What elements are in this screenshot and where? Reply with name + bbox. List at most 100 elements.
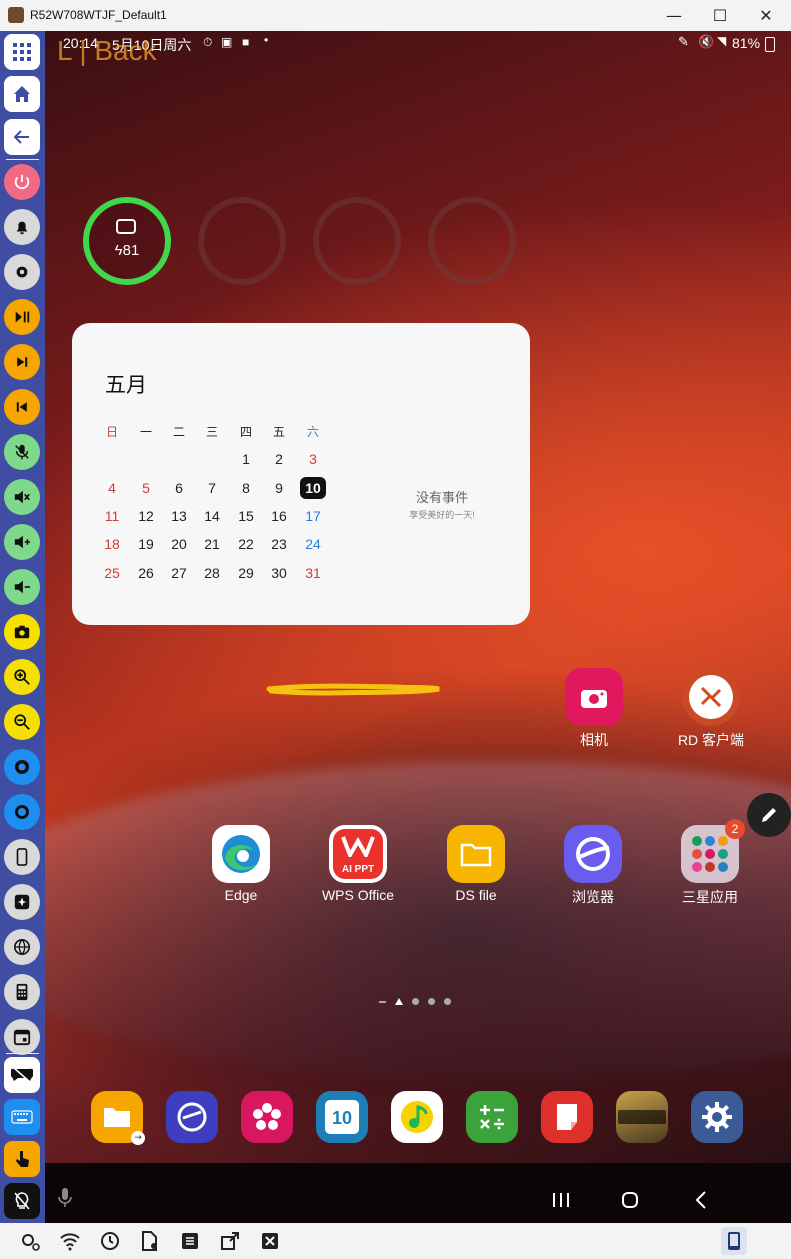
dock-call-of-duty[interactable] bbox=[616, 1091, 668, 1143]
calendar-day[interactable]: 23 bbox=[266, 533, 292, 555]
calendar-day[interactable]: 7 bbox=[199, 477, 225, 499]
rotate-icon[interactable] bbox=[4, 839, 40, 875]
calendar-day[interactable]: 12 bbox=[133, 505, 159, 527]
calendar-widget[interactable]: 五月 日一二三四五六 1 2 3 4 5 6 7 8 9 10 11 12 13 14 15 16 17 18 19 2… bbox=[72, 323, 530, 625]
app-ds-file[interactable]: DS file bbox=[431, 825, 521, 903]
calendar-day[interactable]: 3 bbox=[300, 448, 326, 470]
bottom-toolbar bbox=[0, 1223, 791, 1259]
back-icon[interactable] bbox=[4, 119, 40, 155]
power-icon[interactable] bbox=[4, 164, 40, 200]
calendar-day-today[interactable]: 10 bbox=[300, 477, 326, 499]
calendar-day[interactable]: 30 bbox=[266, 562, 292, 584]
screenshot-icon[interactable] bbox=[4, 614, 40, 650]
volume-up-icon[interactable] bbox=[4, 524, 40, 560]
next-track-icon[interactable] bbox=[4, 344, 40, 380]
calendar-day[interactable]: 25 bbox=[99, 562, 125, 584]
calculator-icon[interactable] bbox=[4, 974, 40, 1010]
calendar-day[interactable]: 4 bbox=[99, 477, 125, 499]
dock-calculator[interactable] bbox=[466, 1091, 518, 1143]
folder-icon bbox=[447, 825, 505, 883]
play-pause-icon[interactable] bbox=[4, 299, 40, 335]
calendar-day[interactable]: 13 bbox=[166, 505, 192, 527]
resize-window-icon[interactable] bbox=[218, 1229, 242, 1253]
app-edge[interactable]: Edge bbox=[196, 825, 286, 903]
calendar-icon[interactable] bbox=[4, 1019, 40, 1055]
touch-icon[interactable] bbox=[4, 1141, 40, 1177]
list-icon[interactable] bbox=[178, 1229, 202, 1253]
dock-calendar[interactable]: 10 bbox=[316, 1091, 368, 1143]
home-icon[interactable] bbox=[4, 76, 40, 112]
calendar-day[interactable]: 21 bbox=[199, 533, 225, 555]
app-folder-icon: 2 bbox=[681, 819, 745, 883]
notes-icon bbox=[557, 1104, 577, 1130]
previous-track-icon[interactable] bbox=[4, 389, 40, 425]
dock-gallery[interactable] bbox=[241, 1091, 293, 1143]
notification-icon[interactable] bbox=[4, 209, 40, 245]
app-browser[interactable]: 浏览器 bbox=[548, 825, 638, 907]
voice-input-icon[interactable] bbox=[57, 1187, 73, 1209]
battery-widget[interactable]: ϟ81 bbox=[83, 197, 171, 285]
wifi-icon[interactable] bbox=[58, 1229, 82, 1253]
light-off-icon[interactable] bbox=[4, 1183, 40, 1219]
calendar-day[interactable]: 31 bbox=[300, 562, 326, 584]
dock-my-files[interactable]: → bbox=[91, 1091, 145, 1145]
settings-icon[interactable] bbox=[18, 1229, 42, 1253]
recent-apps-icon[interactable] bbox=[551, 1191, 571, 1209]
calendar-day[interactable]: 16 bbox=[266, 505, 292, 527]
calendar-day[interactable]: 18 bbox=[99, 533, 125, 555]
dock-qq-music[interactable] bbox=[391, 1091, 443, 1143]
app-wps-office[interactable]: AI PPT WPS Office bbox=[313, 825, 403, 903]
back-nav-icon[interactable] bbox=[693, 1190, 709, 1210]
maximize-button[interactable]: ☐ bbox=[697, 0, 743, 31]
volume-down-icon[interactable] bbox=[4, 569, 40, 605]
dock-notes[interactable] bbox=[541, 1091, 593, 1143]
settings-icon[interactable] bbox=[4, 254, 40, 290]
calendar-day[interactable]: 15 bbox=[233, 505, 259, 527]
mic-mute-icon[interactable] bbox=[4, 434, 40, 470]
dock-samsung-notes[interactable] bbox=[166, 1091, 218, 1143]
calendar-day[interactable]: 8 bbox=[233, 477, 259, 499]
calendar-day[interactable]: 1 bbox=[233, 448, 259, 470]
close-session-icon[interactable] bbox=[258, 1229, 282, 1253]
camera-icon bbox=[565, 668, 623, 726]
calendar-day[interactable]: 9 bbox=[266, 477, 292, 499]
calendar-day[interactable]: 20 bbox=[166, 533, 192, 555]
calendar-day[interactable]: 5 bbox=[133, 477, 159, 499]
zoom-out-icon[interactable] bbox=[4, 704, 40, 740]
device-mode-icon[interactable] bbox=[721, 1227, 747, 1255]
calendar-day[interactable]: 11 bbox=[99, 505, 125, 527]
calendar-day[interactable]: 22 bbox=[233, 533, 259, 555]
apps-grid-icon[interactable] bbox=[4, 34, 40, 70]
keyboard-icon[interactable] bbox=[4, 1099, 40, 1135]
calendar-day[interactable]: 29 bbox=[233, 562, 259, 584]
minimize-button[interactable]: — bbox=[651, 0, 697, 31]
file-settings-icon[interactable] bbox=[138, 1229, 162, 1253]
calendar-day[interactable]: 26 bbox=[133, 562, 159, 584]
device-screen[interactable]: 20:14 5月10日周六 ⏱ ▣ ■ • ✎ 🔇 ◥ 81% L | Back… bbox=[45, 31, 791, 1223]
calendar-day[interactable]: 27 bbox=[166, 562, 192, 584]
calendar-day[interactable]: 28 bbox=[199, 562, 225, 584]
calendar-day[interactable]: 17 bbox=[300, 505, 326, 527]
gamepad-icon[interactable] bbox=[4, 1057, 40, 1093]
calendar-day[interactable]: 14 bbox=[199, 505, 225, 527]
globe-icon[interactable] bbox=[4, 929, 40, 965]
calendar-day[interactable]: 24 bbox=[300, 533, 326, 555]
volume-mute-icon[interactable] bbox=[4, 479, 40, 515]
calendar-day[interactable]: 6 bbox=[166, 477, 192, 499]
app-camera[interactable]: 相机 bbox=[549, 668, 639, 750]
app-rd-client[interactable]: RD 客户端 bbox=[666, 668, 756, 750]
calendar-day[interactable]: 19 bbox=[133, 533, 159, 555]
page-indicator[interactable] bbox=[379, 998, 451, 1005]
brightness-up-icon[interactable] bbox=[4, 749, 40, 785]
close-button[interactable]: ✕ bbox=[743, 0, 789, 31]
dock-settings[interactable] bbox=[691, 1091, 743, 1143]
home-nav-icon[interactable] bbox=[620, 1190, 640, 1210]
calendar-day[interactable]: 2 bbox=[266, 448, 292, 470]
zoom-in-icon[interactable] bbox=[4, 659, 40, 695]
history-icon[interactable] bbox=[98, 1229, 122, 1253]
floating-pen-button[interactable] bbox=[747, 793, 791, 837]
battery-text: 81% bbox=[732, 35, 761, 51]
brightness-down-icon[interactable] bbox=[4, 794, 40, 830]
ai-icon[interactable] bbox=[4, 884, 40, 920]
app-folder-samsung[interactable]: 2 三星应用 bbox=[665, 819, 755, 907]
